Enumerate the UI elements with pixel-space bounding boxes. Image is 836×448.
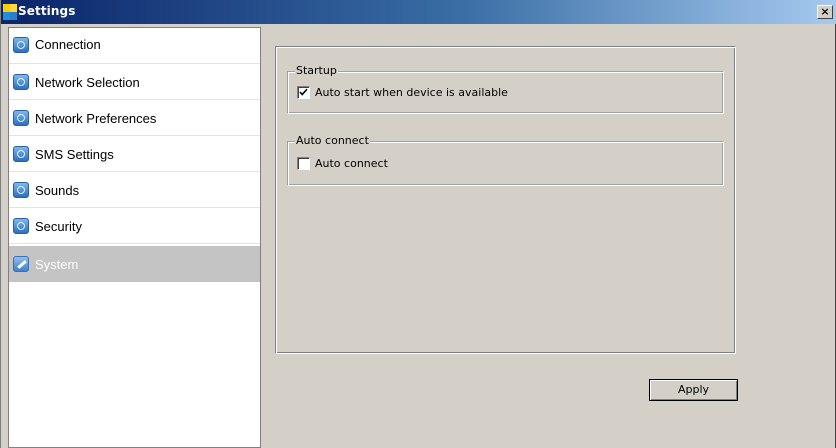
security-icon (13, 218, 29, 234)
sidebar-item-sms-settings[interactable]: SMS Settings (9, 136, 260, 172)
sidebar-item-label: Security (35, 219, 82, 234)
close-button[interactable]: × (817, 5, 833, 19)
auto-connect-group: Auto connect Auto connect (287, 134, 724, 186)
auto-start-checkbox[interactable] (297, 86, 310, 99)
sidebar-item-label: Network Selection (35, 75, 140, 90)
window-title: Settings (18, 4, 76, 18)
auto-start-label: Auto start when device is available (315, 86, 508, 99)
startup-group: Startup Auto start when device is availa… (287, 64, 724, 114)
apply-button[interactable]: Apply (649, 379, 738, 401)
sidebar-item-network-preferences[interactable]: Network Preferences (9, 100, 260, 136)
sidebar-item-sounds[interactable]: Sounds (9, 172, 260, 208)
auto-connect-group-legend: Auto connect (295, 134, 370, 147)
title-bar[interactable]: Settings × (1, 0, 836, 24)
sidebar-item-label: Sounds (35, 183, 80, 198)
sidebar-item-system[interactable]: System (9, 246, 260, 282)
sidebar-item-connection[interactable]: Connection (9, 28, 260, 64)
startup-group-legend: Startup (295, 64, 338, 77)
connection-icon (13, 37, 29, 53)
network-selection-icon (13, 74, 29, 90)
sidebar-item-label: SMS Settings (35, 147, 114, 162)
app-icon (3, 4, 17, 20)
settings-window: Settings × Connection Network Selection … (0, 0, 836, 448)
sms-icon (13, 146, 29, 162)
system-icon (13, 256, 29, 272)
sidebar-item-label: Connection (35, 37, 101, 52)
sidebar-item-network-selection[interactable]: Network Selection (9, 64, 260, 100)
sounds-icon (13, 182, 29, 198)
close-icon: × (820, 5, 830, 18)
auto-connect-label: Auto connect (315, 157, 388, 170)
network-preferences-icon (13, 110, 29, 126)
sidebar-item-security[interactable]: Security (9, 208, 260, 244)
sidebar-item-label: Network Preferences (35, 111, 157, 126)
sidebar-item-label: System (35, 257, 79, 272)
checkmark-icon (299, 88, 308, 96)
auto-connect-checkbox[interactable] (297, 157, 310, 170)
settings-sidebar: Connection Network Selection Network Pre… (8, 27, 261, 448)
system-settings-panel: Startup Auto start when device is availa… (275, 46, 736, 354)
